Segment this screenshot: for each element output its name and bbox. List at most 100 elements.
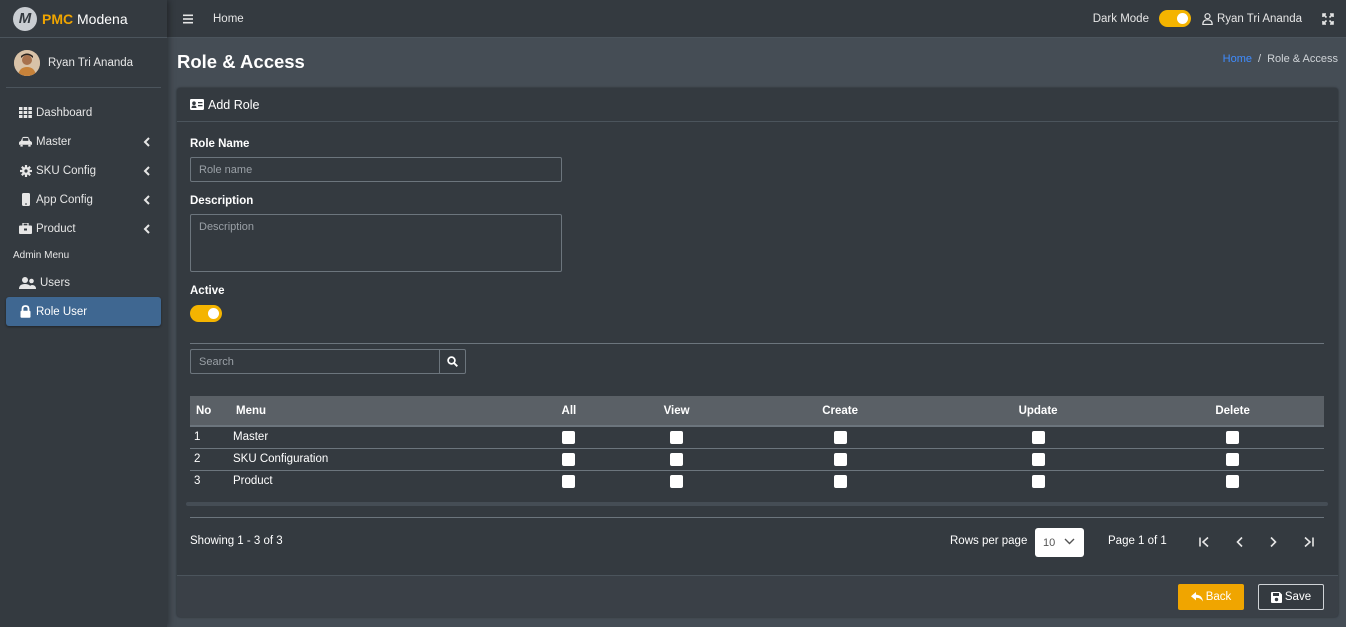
back-button[interactable]: Back <box>1178 584 1244 610</box>
horizontal-scrollbar[interactable] <box>186 502 1328 506</box>
description-label: Description <box>190 195 254 207</box>
cell-view <box>607 426 746 449</box>
sidebar-item-label: Users <box>40 276 71 289</box>
permissions-table: No Menu All View Create Update Delete 1 … <box>190 396 1324 492</box>
table-header-row: No Menu All View Create Update Delete <box>190 396 1324 427</box>
checkbox-create[interactable] <box>833 452 847 466</box>
car-icon <box>19 135 32 148</box>
sidebar-header-admin: Admin Menu <box>13 250 70 261</box>
sidebar-item-sku-config[interactable]: SKU Config <box>6 156 161 185</box>
checkbox-create[interactable] <box>833 430 847 444</box>
checkbox-all[interactable] <box>562 474 576 488</box>
grid-icon <box>19 106 32 119</box>
description-textarea[interactable] <box>190 214 562 272</box>
id-card-icon <box>190 99 204 110</box>
dark-mode-label: Dark Mode <box>1092 12 1149 25</box>
sidebar-item-label: Role User <box>36 305 88 318</box>
gear-icon <box>19 164 32 177</box>
save-button-label: Save <box>1284 591 1312 603</box>
search-icon <box>447 356 458 367</box>
brand-logo: M <box>13 6 37 31</box>
sidebar-item-master[interactable]: Master <box>6 127 161 156</box>
first-page-button[interactable] <box>1196 534 1212 550</box>
table-row: 2 SKU Configuration <box>190 448 1324 471</box>
checkbox-all[interactable] <box>562 452 576 466</box>
dark-mode-toggle[interactable] <box>1158 10 1191 27</box>
floppy-disk-icon <box>1270 591 1282 603</box>
row-number: 3 <box>194 475 201 488</box>
navbar-home-link[interactable]: Home <box>213 13 244 25</box>
role-name-input[interactable] <box>190 157 562 182</box>
checkbox-update[interactable] <box>1031 430 1045 444</box>
sidebar-item-dashboard[interactable]: Dashboard <box>6 98 161 127</box>
sidebar-item-label: Product <box>36 222 76 235</box>
checkbox-update[interactable] <box>1031 474 1045 488</box>
fullscreen-icon[interactable] <box>1322 12 1334 25</box>
column-header-delete: Delete <box>1141 396 1324 427</box>
sidebar-item-users[interactable]: Users <box>6 268 161 297</box>
showing-count: Showing 1 - 3 of 3 <box>190 535 283 547</box>
checkbox-create[interactable] <box>833 474 847 488</box>
next-page-button[interactable] <box>1265 534 1281 550</box>
column-header-no: No <box>190 396 230 427</box>
sidebar-item-product[interactable]: Product <box>6 214 161 243</box>
checkbox-view[interactable] <box>670 474 684 488</box>
divider <box>190 517 1324 518</box>
row-menu: SKU Configuration <box>230 448 530 471</box>
user-panel[interactable]: Ryan Tri Ananda <box>6 38 161 88</box>
save-button[interactable]: Save <box>1258 584 1324 610</box>
checkbox-view[interactable] <box>670 430 684 444</box>
checkbox-all[interactable] <box>562 430 576 444</box>
cell-all <box>530 426 608 449</box>
checkbox-delete[interactable] <box>1226 430 1240 444</box>
cell-create <box>745 470 935 492</box>
breadcrumb: Home / Role & Access <box>1223 53 1338 65</box>
prev-page-button[interactable] <box>1232 534 1248 550</box>
search-group <box>190 349 466 374</box>
last-page-button[interactable] <box>1301 534 1317 550</box>
checkbox-update[interactable] <box>1031 452 1045 466</box>
reply-icon <box>1190 592 1203 602</box>
top-navbar: Home Dark Mode Ryan Tri Ananda <box>167 0 1346 38</box>
chevron-left-icon <box>143 165 150 176</box>
add-role-card: Add Role Role Name Description Active No… <box>177 88 1338 617</box>
toolbox-icon <box>19 222 32 235</box>
row-number: 1 <box>190 426 230 449</box>
active-toggle[interactable] <box>190 305 222 322</box>
sidebar: M PMC Modena Ryan Tri Ananda Dashboard M… <box>0 0 167 627</box>
role-name-label: Role Name <box>190 138 250 150</box>
checkbox-delete[interactable] <box>1226 474 1240 488</box>
sidebar-nav: Dashboard Master SKU Config App Config P… <box>0 88 167 326</box>
avatar-image <box>14 49 40 76</box>
search-button[interactable] <box>439 349 466 374</box>
navbar-user-name: Ryan Tri Ananda <box>1216 12 1302 25</box>
cell-delete <box>1141 426 1324 449</box>
user-icon <box>1202 12 1213 25</box>
page-info: Page 1 of 1 <box>1108 535 1167 547</box>
chevron-left-icon <box>143 136 150 147</box>
cell-update <box>934 426 1142 449</box>
sidebar-item-label: Master <box>36 135 72 148</box>
search-input[interactable] <box>190 349 439 374</box>
rows-per-page-value: 10 <box>1043 536 1056 549</box>
first-page-icon <box>1199 536 1209 548</box>
checkbox-delete[interactable] <box>1226 452 1240 466</box>
toggle-knob <box>208 308 219 319</box>
brand-link[interactable]: M PMC Modena <box>0 0 167 38</box>
page-title: Role & Access <box>177 51 305 72</box>
back-button-label: Back <box>1205 591 1232 603</box>
breadcrumb-home[interactable]: Home <box>1223 53 1252 65</box>
divider <box>190 343 1324 344</box>
sidebar-item-app-config[interactable]: App Config <box>6 185 161 214</box>
card-header: Add Role <box>177 88 1338 122</box>
cell-view <box>607 448 746 471</box>
toggle-knob <box>1176 13 1188 24</box>
checkbox-view[interactable] <box>670 452 684 466</box>
sidebar-item-label: App Config <box>36 193 93 206</box>
last-page-icon <box>1304 536 1314 548</box>
sidebar-item-role-user[interactable]: Role User <box>6 297 161 326</box>
navbar-user-menu[interactable]: Ryan Tri Ananda <box>1202 13 1302 25</box>
row-menu: Product <box>233 475 273 488</box>
hamburger-icon[interactable] <box>182 13 194 25</box>
rows-per-page-select[interactable]: 10 <box>1035 528 1084 557</box>
